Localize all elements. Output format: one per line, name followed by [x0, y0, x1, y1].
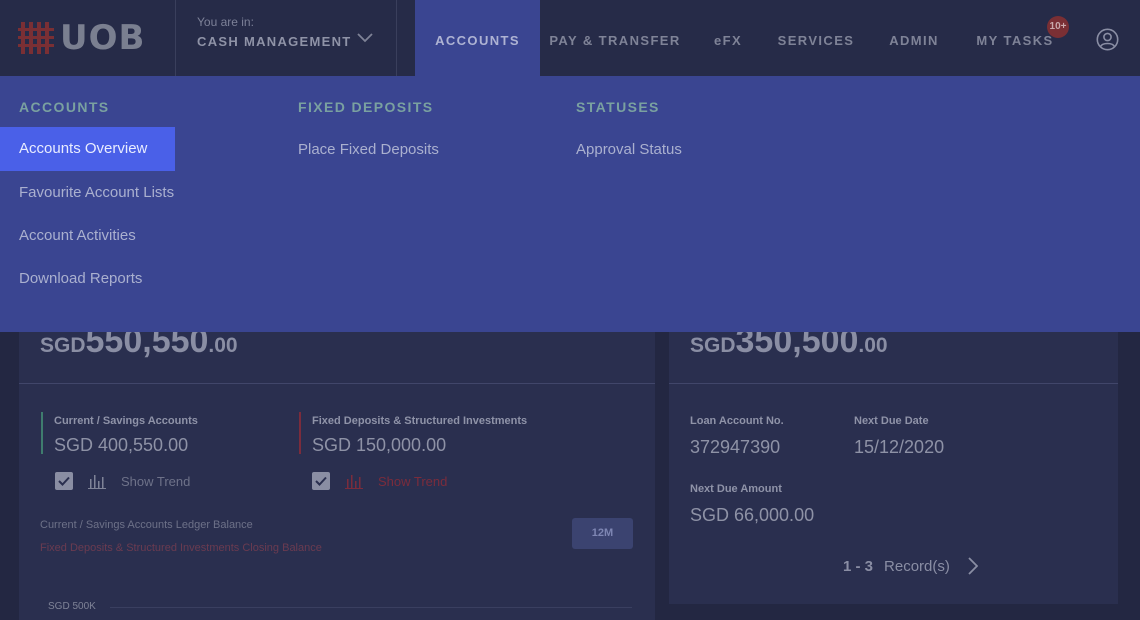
current-savings-label: Current / Savings Accounts	[54, 415, 198, 427]
checkmark-icon	[58, 476, 70, 486]
menu-item-accounts-overview[interactable]: Accounts Overview	[0, 127, 175, 171]
nav-accounts[interactable]: ACCOUNTS	[415, 0, 540, 76]
card-divider	[669, 383, 1118, 384]
current-show-trend-toggle[interactable]: Show Trend	[55, 472, 190, 490]
bar-chart-icon	[88, 475, 106, 489]
show-trend-label: Show Trend	[378, 473, 448, 489]
nav-services[interactable]: SERVICES	[776, 0, 856, 76]
checkmark-icon	[315, 476, 327, 486]
fixed-show-trend-toggle[interactable]: Show Trend	[312, 472, 447, 490]
loan-account-value: 372947390	[690, 437, 781, 457]
chart-gridline	[110, 607, 632, 608]
legend-current-ledger: Current / Savings Accounts Ledger Balanc…	[40, 519, 253, 531]
menu-item-place-fixed-deposits[interactable]: Place Fixed Deposits	[298, 128, 439, 172]
chevron-right-icon[interactable]	[968, 557, 978, 575]
fixed-deposits-summary: Fixed Deposits & Structured Investments …	[312, 415, 527, 456]
next-due-date-label: Next Due Date	[854, 415, 929, 427]
chevron-down-icon[interactable]	[357, 33, 373, 43]
header-divider	[396, 0, 397, 76]
legend-fixed-closing: Fixed Deposits & Structured Investments …	[40, 542, 322, 554]
amount-currency: SGD	[690, 334, 736, 357]
bar-chart-icon	[345, 475, 363, 489]
loan-account-label: Loan Account No.	[690, 415, 784, 427]
menu-heading-fixed-deposits: FIXED DEPOSITS	[298, 99, 434, 115]
nav-efx[interactable]: eFX	[706, 0, 750, 76]
uob-logo[interactable]: UOB	[18, 18, 145, 58]
user-profile-icon[interactable]	[1096, 28, 1119, 51]
logo-text: UOB	[60, 18, 146, 58]
accounts-mega-menu: ACCOUNTS Accounts Overview Favourite Acc…	[0, 76, 1140, 332]
context-label: You are in:	[197, 15, 254, 29]
current-savings-summary: Current / Savings Accounts SGD 400,550.0…	[54, 415, 198, 456]
records-pager: 1 - 3 Record(s)	[843, 557, 978, 575]
show-trend-label: Show Trend	[121, 473, 191, 489]
card-divider	[19, 383, 655, 384]
fixed-deposits-value: SGD 150,000.00	[312, 435, 447, 455]
amount-currency: SGD	[40, 334, 86, 357]
menu-item-download-reports[interactable]: Download Reports	[19, 257, 142, 301]
context-switcher[interactable]: You are in: CASH MANAGEMENT	[197, 15, 377, 49]
uob-emblem-icon	[18, 22, 54, 54]
pager-range: 1 - 3	[843, 557, 874, 575]
current-savings-value: SGD 400,550.00	[54, 435, 189, 455]
amount-decimal: .00	[858, 334, 888, 357]
context-value: CASH MANAGEMENT	[197, 34, 352, 49]
menu-heading-accounts: ACCOUNTS	[19, 99, 110, 115]
header-divider	[175, 0, 176, 76]
amount-decimal: .00	[208, 334, 238, 357]
nav-my-tasks[interactable]: MY TASKS	[974, 0, 1056, 76]
top-navigation-bar: UOB You are in: CASH MANAGEMENT ACCOUNTS…	[0, 0, 1140, 76]
menu-heading-statuses: STATUSES	[576, 99, 660, 115]
menu-item-favourite-account-lists[interactable]: Favourite Account Lists	[19, 171, 174, 215]
next-due-date-value: 15/12/2020	[854, 437, 945, 457]
fixed-deposits-label: Fixed Deposits & Structured Investments	[312, 415, 528, 427]
pager-label: Record(s)	[884, 557, 950, 575]
current-accent-bar	[41, 412, 43, 454]
menu-item-account-activities[interactable]: Account Activities	[19, 214, 136, 258]
period-12m-button[interactable]: 12M	[572, 518, 633, 549]
menu-item-approval-status[interactable]: Approval Status	[576, 128, 682, 172]
next-due-amount-label: Next Due Amount	[690, 483, 782, 495]
chart-y-axis-label: SGD 500K	[48, 601, 96, 612]
show-trend-checkbox[interactable]	[312, 472, 330, 490]
fixed-accent-bar	[299, 412, 301, 454]
show-trend-checkbox[interactable]	[55, 472, 73, 490]
nav-pay-transfer[interactable]: PAY & TRANSFER	[549, 0, 681, 76]
nav-admin[interactable]: ADMIN	[882, 0, 946, 76]
tasks-count-badge: 10+	[1047, 16, 1069, 38]
next-due-amount-value: SGD 66,000.00	[690, 505, 815, 525]
